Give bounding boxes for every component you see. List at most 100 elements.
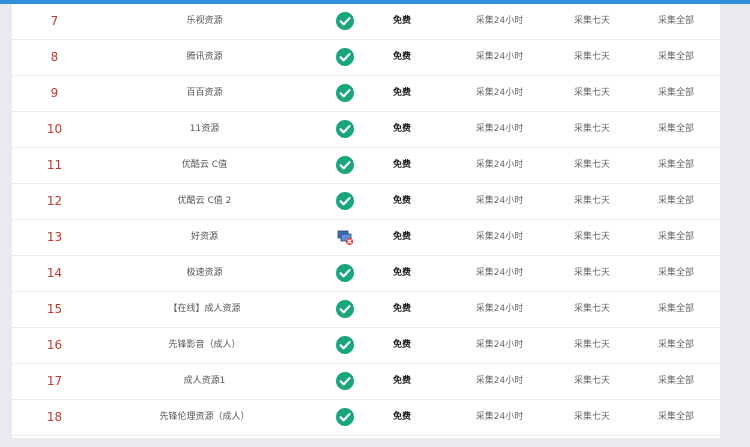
row-index: 10 [46,122,63,136]
resource-table: 7 乐视资源 免费 采集24小时 采集七天 采集全部 8 腾讯资源 免费 采集24小时 采集七天 采集… [12,4,720,438]
collect-7days-link[interactable]: 采集七天 [552,184,632,219]
collect-24h-link[interactable]: 采集24小时 [447,364,552,399]
collect-7days-link[interactable]: 采集七天 [552,112,632,147]
check-circle-icon [336,408,354,426]
collect-all-link[interactable]: 采集全部 [632,364,720,399]
collect-all-link[interactable]: 采集全部 [632,256,720,291]
status-cell [312,184,377,219]
status-cell [312,4,377,39]
collect-24h-link[interactable]: 采集24小时 [447,292,552,327]
table-row: 18 先锋伦理资源（成人） 免费 采集24小时 采集七天 采集全部 [12,400,720,436]
status-cell [312,40,377,75]
row-index: 13 [46,230,63,244]
collect-24h-link[interactable]: 采集24小时 [447,112,552,147]
fee-label: 免费 [392,376,411,386]
row-index: 16 [46,338,63,352]
check-circle-icon [336,84,354,102]
status-cell [312,328,377,363]
resource-name: 成人资源1 [183,376,226,386]
collect-all-link[interactable]: 采集全部 [632,148,720,183]
collect-all-link[interactable]: 采集全部 [632,292,720,327]
collect-7days-link[interactable]: 采集七天 [552,292,632,327]
resource-name: 先锋影音（成人） [168,340,241,350]
status-cell [312,364,377,399]
collect-all-link[interactable]: 采集全部 [632,40,720,75]
status-cell [312,148,377,183]
row-index: 14 [46,266,63,280]
fee-label: 免费 [392,124,411,134]
collect-7days-link[interactable]: 采集七天 [552,76,632,111]
resource-name: 11资源 [189,124,220,134]
fee-label: 免费 [392,232,411,242]
collect-24h-link[interactable]: 采集24小时 [447,256,552,291]
row-index: 8 [50,50,59,64]
status-cell [312,400,377,435]
row-index: 7 [50,14,59,28]
collect-all-link[interactable]: 采集全部 [632,184,720,219]
fee-label: 免费 [392,16,411,26]
check-circle-icon [336,120,354,138]
check-circle-icon [336,48,354,66]
collect-all-link[interactable]: 采集全部 [632,112,720,147]
table-row: 15 【在线】成人资源 免费 采集24小时 采集七天 采集全部 [12,292,720,328]
collect-24h-link[interactable]: 采集24小时 [447,148,552,183]
fee-label: 免费 [392,304,411,314]
row-index: 17 [46,374,63,388]
row-index: 18 [46,410,63,424]
resource-name: 腾讯资源 [186,52,223,62]
fee-label: 免费 [392,268,411,278]
collect-24h-link[interactable]: 采集24小时 [447,220,552,255]
table-row: 9 百百资源 免费 采集24小时 采集七天 采集全部 [12,76,720,112]
status-cell [312,220,377,255]
row-index: 15 [46,302,63,316]
check-circle-icon [336,192,354,210]
check-circle-icon [336,12,354,30]
collect-7days-link[interactable]: 采集七天 [552,364,632,399]
fee-label: 免费 [392,412,411,422]
collect-24h-link[interactable]: 采集24小时 [447,400,552,435]
resource-name: 极速资源 [186,268,223,278]
check-circle-icon [336,372,354,390]
check-circle-icon [336,300,354,318]
table-row: 12 优酷云 C值 2 免费 采集24小时 采集七天 采集全部 [12,184,720,220]
row-index: 11 [46,158,63,172]
collect-7days-link[interactable]: 采集七天 [552,4,632,39]
collect-all-link[interactable]: 采集全部 [632,328,720,363]
collect-all-link[interactable]: 采集全部 [632,220,720,255]
row-index: 12 [46,194,63,208]
collect-24h-link[interactable]: 采集24小时 [447,4,552,39]
status-cell [312,112,377,147]
status-cell [312,76,377,111]
table-row: 14 极速资源 免费 采集24小时 采集七天 采集全部 [12,256,720,292]
collect-7days-link[interactable]: 采集七天 [552,40,632,75]
collect-24h-link[interactable]: 采集24小时 [447,40,552,75]
collect-24h-link[interactable]: 采集24小时 [447,184,552,219]
row-index: 9 [50,86,59,100]
status-cell [312,292,377,327]
fee-label: 免费 [392,196,411,206]
table-row: 11 优酷云 C值 免费 采集24小时 采集七天 采集全部 [12,148,720,184]
collect-all-link[interactable]: 采集全部 [632,400,720,435]
table-row: 10 11资源 免费 采集24小时 采集七天 采集全部 [12,112,720,148]
collect-7days-link[interactable]: 采集七天 [552,400,632,435]
resource-name: 【在线】成人资源 [168,304,241,314]
check-circle-icon [336,336,354,354]
fee-label: 免费 [392,88,411,98]
table-row: 16 先锋影音（成人） 免费 采集24小时 采集七天 采集全部 [12,328,720,364]
table-row: 17 成人资源1 免费 采集24小时 采集七天 采集全部 [12,364,720,400]
resource-name: 优酷云 C值 [181,160,228,170]
collect-24h-link[interactable]: 采集24小时 [447,76,552,111]
collect-7days-link[interactable]: 采集七天 [552,256,632,291]
check-circle-icon [336,264,354,282]
fee-label: 免费 [392,52,411,62]
collect-7days-link[interactable]: 采集七天 [552,148,632,183]
resource-name: 先锋伦理资源（成人） [159,412,250,422]
collect-7days-link[interactable]: 采集七天 [552,328,632,363]
status-cell [312,256,377,291]
collect-7days-link[interactable]: 采集七天 [552,220,632,255]
collect-all-link[interactable]: 采集全部 [632,76,720,111]
collect-all-link[interactable]: 采集全部 [632,4,720,39]
fee-label: 免费 [392,160,411,170]
collect-24h-link[interactable]: 采集24小时 [447,328,552,363]
resource-name: 好资源 [190,232,218,242]
